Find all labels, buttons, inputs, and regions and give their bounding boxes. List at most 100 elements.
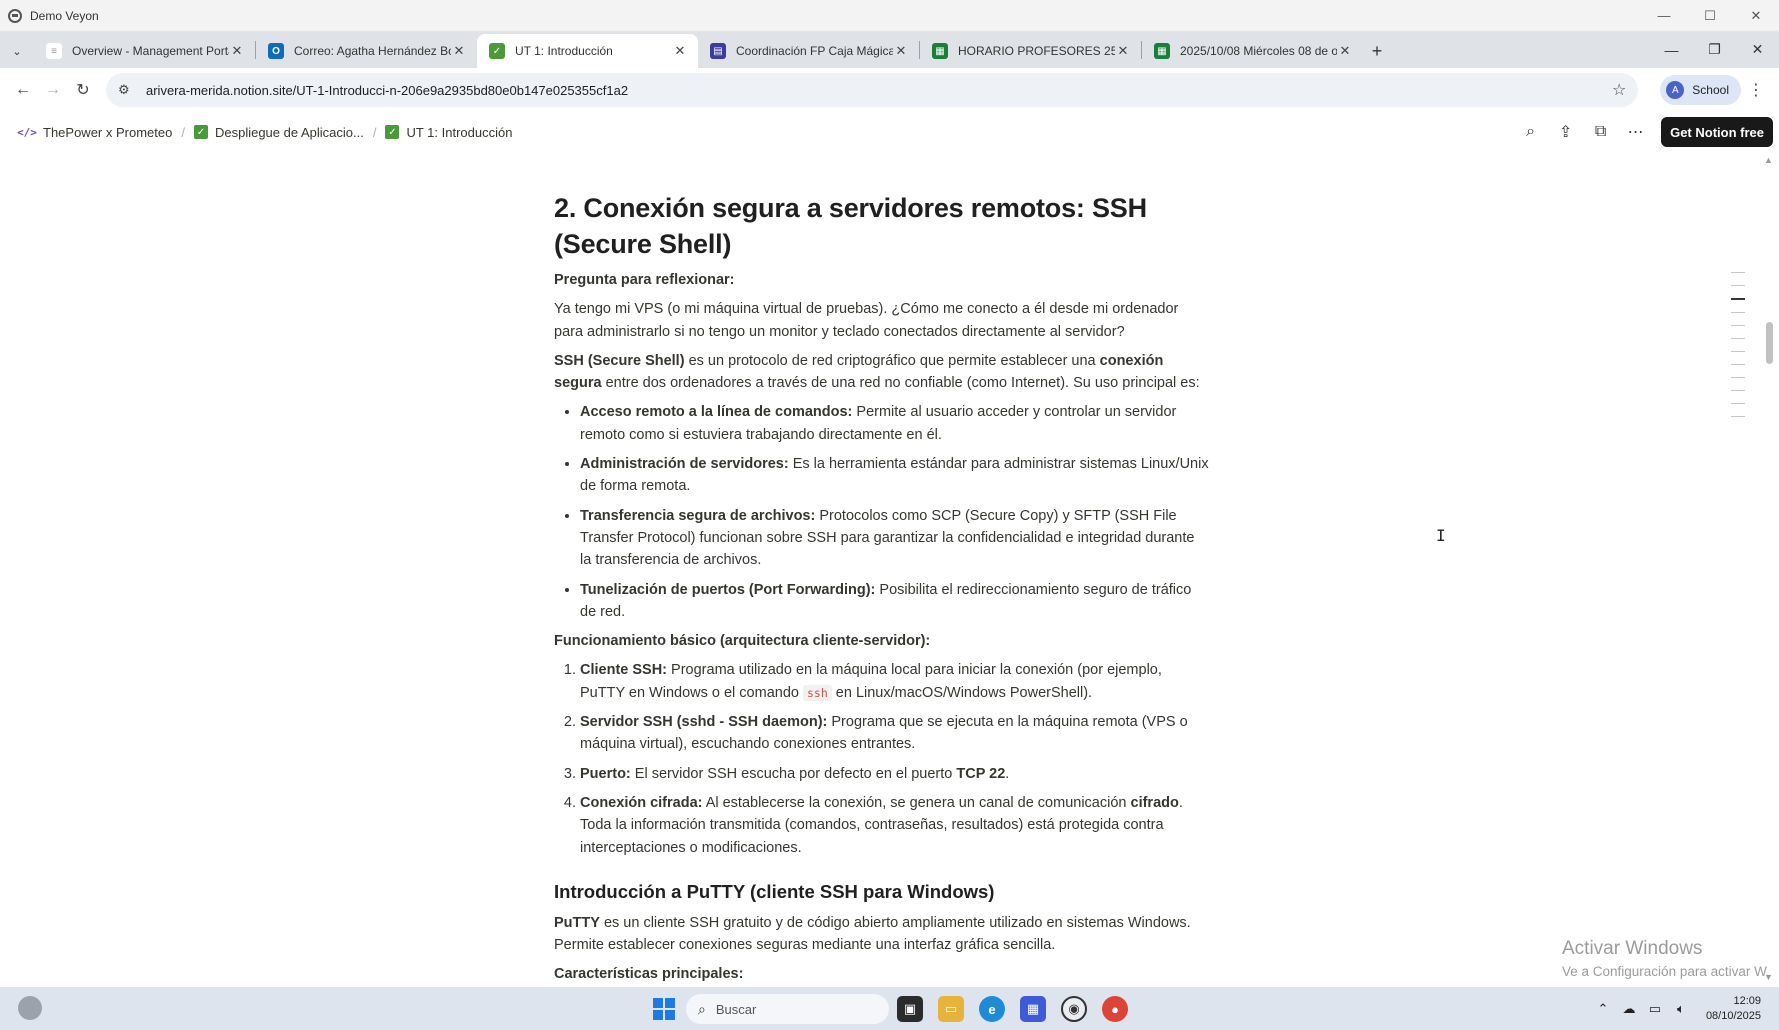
edge-icon[interactable]: e (979, 996, 1005, 1022)
scroll-up-icon[interactable]: ▲ (1764, 155, 1773, 165)
watermark-subtitle: Ve a Configuración para activar W (1562, 964, 1767, 979)
tab-overview[interactable]: ≡ Overview - Management Portal ✕ (34, 34, 255, 68)
list-item: Acceso remoto a la línea de comandos: Pe… (580, 401, 1209, 446)
close-icon[interactable]: ✕ (1736, 31, 1779, 68)
tab-correo[interactable]: O Correo: Agatha Hernández Boli ✕ (256, 34, 477, 68)
store-icon[interactable]: ▦ (1020, 996, 1046, 1022)
tab-title: Correo: Agatha Hernández Boli (294, 44, 451, 58)
outline-line[interactable] (1731, 416, 1745, 417)
minimize-icon[interactable]: — (1641, 0, 1687, 31)
restore-icon[interactable]: ❐ (1693, 31, 1736, 68)
checkbox-icon: ✓ (193, 125, 208, 139)
bold-text: TCP 22 (956, 765, 1006, 782)
reload-icon[interactable]: ↻ (68, 75, 98, 105)
start-icon[interactable] (653, 998, 675, 1020)
share-icon[interactable]: ⇪ (1548, 122, 1583, 142)
forms-icon: ▤ (710, 43, 726, 59)
bold-text: cifrado (1130, 794, 1179, 811)
bold-text: Cliente SSH: (580, 662, 668, 679)
outline-line[interactable] (1731, 403, 1745, 404)
tab-close-icon[interactable]: ✕ (1337, 43, 1353, 59)
bold-text: Conexión cifrada: (580, 794, 703, 811)
outline-line[interactable] (1731, 285, 1745, 286)
text: Al establecerse la conexión, se genera u… (702, 794, 1131, 811)
maximize-icon[interactable]: ☐ (1687, 0, 1733, 31)
onedrive-icon[interactable]: ☁ (1616, 1001, 1642, 1017)
address-bar[interactable]: ⚙ arivera-merida.notion.site/UT-1-Introd… (106, 73, 1639, 107)
tab-ut1[interactable]: ✓ UT 1: Introducción ✕ (477, 34, 698, 68)
bookmark-star-icon[interactable]: ☆ (1612, 80, 1626, 100)
taskbar: ⌕ Buscar ▣ ▭ e ▦ ◉ ● ⌃ ☁ ▭ 🔈︎ 12:09 08/1… (0, 987, 1779, 1030)
tab-search-chevron-icon[interactable]: ⌄ (0, 34, 34, 68)
search-icon: ⌕ (698, 1000, 706, 1017)
veyon-icon[interactable]: ◉ (1061, 996, 1087, 1022)
list-item: Conexión cifrada: Al establecerse la con… (580, 792, 1209, 859)
scrollbar-thumb[interactable] (1766, 322, 1773, 364)
list-item: Servidor SSH (sshd - SSH daemon): Progra… (580, 711, 1209, 756)
profile-chip[interactable]: A School (1660, 75, 1741, 105)
url-text[interactable]: arivera-merida.notion.site/UT-1-Introduc… (146, 83, 1612, 98)
text: El servidor SSH escucha por defecto en e… (630, 765, 957, 782)
chevron-up-icon[interactable]: ⌃ (1590, 1001, 1616, 1017)
back-arrow-icon[interactable]: ← (8, 75, 38, 105)
outline-line[interactable] (1731, 364, 1745, 365)
outline-line[interactable] (1731, 377, 1745, 378)
volume-icon[interactable]: 🔈︎ (1668, 1001, 1694, 1017)
bold-text: Administración de servidores: (580, 456, 789, 473)
breadcrumb-item[interactable]: </> ThePower x Prometeo (17, 125, 172, 140)
uses-list: Acceso remoto a la línea de comandos: Pe… (554, 401, 1209, 623)
chrome-icon[interactable]: ● (1102, 996, 1128, 1022)
tab-title: HORARIO PROFESORES 25/26 - (958, 44, 1115, 58)
table-of-contents-minimap[interactable] (1731, 272, 1747, 429)
outline-line-active[interactable] (1731, 298, 1745, 300)
clock-time: 12:09 (1733, 994, 1761, 1007)
tab-title: 2025/10/08 Miércoles 08 de oct (1180, 44, 1337, 58)
outline-line[interactable] (1731, 312, 1745, 313)
clock-date: 08/10/2025 (1705, 1009, 1761, 1022)
breadcrumb-label: Despliegue de Aplicacio... (214, 124, 364, 140)
breadcrumb-item[interactable]: ✓ Despliegue de Aplicacio... (193, 124, 364, 140)
outline-line[interactable] (1731, 325, 1745, 326)
tab-coordinacion[interactable]: ▤ Coordinación FP Caja Mágica ✕ (698, 34, 919, 68)
file-explorer-icon[interactable]: ▭ (938, 996, 964, 1022)
new-tab-icon[interactable]: + (1363, 34, 1391, 68)
functioning-label: Funcionamiento básico (arquitectura clie… (554, 630, 1209, 652)
tab-close-icon[interactable]: ✕ (451, 43, 467, 59)
minimize-icon[interactable]: — (1650, 31, 1693, 68)
tab-close-icon[interactable]: ✕ (672, 43, 688, 59)
duplicate-icon[interactable]: ⧉ (1583, 123, 1618, 141)
bold-text: Acceso remoto a la línea de comandos: (580, 404, 853, 421)
more-icon[interactable]: ⋯ (1618, 122, 1653, 142)
forward-arrow-icon[interactable]: → (38, 75, 68, 105)
text: en Linux/macOS/Windows PowerShell). (831, 684, 1093, 701)
task-view-icon[interactable]: ▣ (897, 996, 923, 1022)
outline-line[interactable] (1731, 272, 1745, 273)
outline-line[interactable] (1731, 390, 1745, 391)
tab-close-icon[interactable]: ✕ (229, 43, 245, 59)
bold-text: Transferencia segura de archivos: (580, 507, 816, 524)
browser-menu-icon[interactable]: ⋮ (1741, 80, 1771, 100)
tab-close-icon[interactable]: ✕ (1115, 43, 1131, 59)
outline-line[interactable] (1731, 351, 1745, 352)
clock[interactable]: 12:09 08/10/2025 (1694, 994, 1779, 1024)
site-info-icon[interactable]: ⚙ (118, 82, 134, 98)
bold-text: PuTTY (554, 914, 600, 931)
sheets-icon: ▦ (932, 43, 948, 59)
outline-line[interactable] (1731, 338, 1745, 339)
search-icon[interactable]: ⌕ (1513, 123, 1548, 141)
network-icon[interactable]: ▭ (1642, 1001, 1668, 1017)
question-label-text: Pregunta para reflexionar: (554, 272, 735, 288)
get-notion-button[interactable]: Get Notion free (1661, 117, 1773, 147)
breadcrumb-item[interactable]: ✓ UT 1: Introducción (385, 125, 512, 140)
tab-close-icon[interactable]: ✕ (893, 43, 909, 59)
checkbox-icon: ✓ (385, 125, 400, 139)
list-item: Transferencia segura de archivos: Protoc… (580, 505, 1209, 572)
taskbar-search[interactable]: ⌕ Buscar (686, 994, 889, 1024)
close-icon[interactable]: ✕ (1733, 0, 1779, 31)
tab-miercoles[interactable]: ▦ 2025/10/08 Miércoles 08 de oct ✕ (1142, 34, 1363, 68)
watermark-title: Activar Windows (1562, 938, 1703, 959)
widgets-icon[interactable] (18, 996, 42, 1020)
list-item: Cliente SSH: Programa utilizado en la má… (580, 659, 1209, 704)
checkbox-icon: ✓ (489, 43, 505, 59)
tab-horario[interactable]: ▦ HORARIO PROFESORES 25/26 - ✕ (920, 34, 1141, 68)
